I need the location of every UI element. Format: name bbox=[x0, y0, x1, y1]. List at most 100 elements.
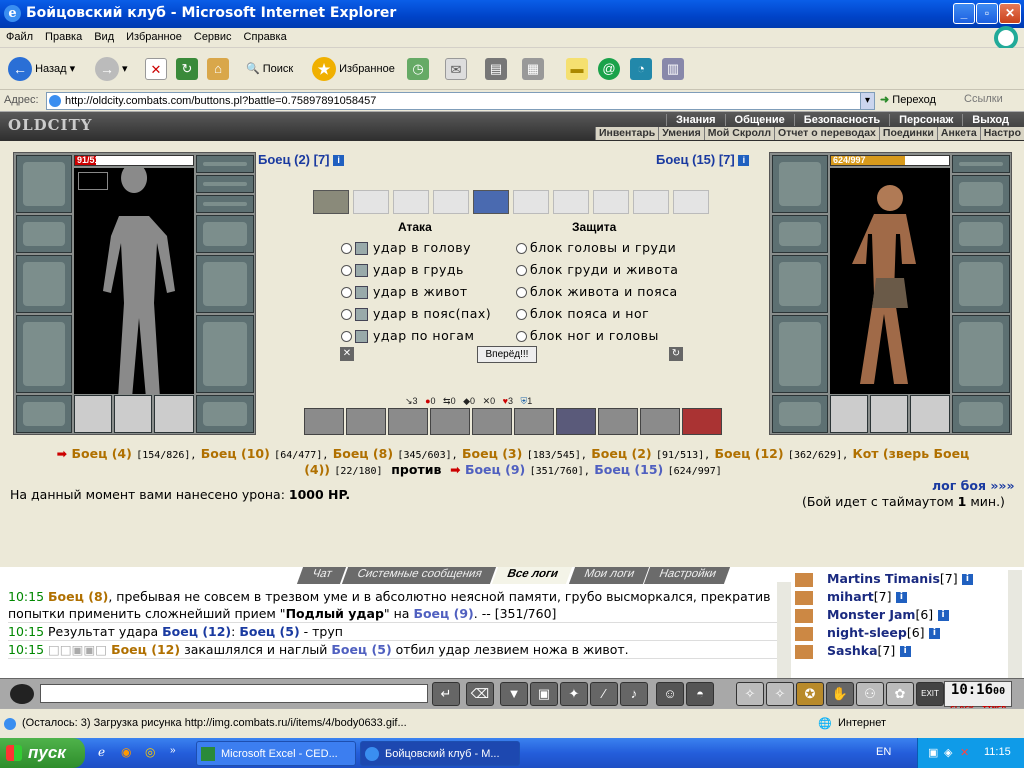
maximize-button[interactable]: ▫ bbox=[976, 3, 998, 24]
attack-radio[interactable] bbox=[341, 331, 352, 342]
player-name[interactable]: Sashka bbox=[827, 643, 878, 658]
log-target[interactable]: Боец (5) bbox=[331, 642, 391, 657]
enemy-armor-slot[interactable] bbox=[772, 315, 828, 393]
scroll-slot-4[interactable] bbox=[433, 190, 469, 214]
scroll-slot-6[interactable] bbox=[513, 190, 549, 214]
pl-icon[interactable]: ⁄ bbox=[590, 682, 618, 706]
nav-profile[interactable]: Анкета bbox=[936, 127, 980, 140]
attack-radio[interactable] bbox=[341, 265, 352, 276]
ally-fighter[interactable]: Боец (8) bbox=[333, 446, 393, 461]
enemy-fighter[interactable]: Боец (9) bbox=[465, 462, 525, 477]
gloves-slot[interactable] bbox=[196, 215, 254, 253]
defense-radio[interactable] bbox=[516, 331, 527, 342]
messenger-icon[interactable]: ◔ bbox=[630, 58, 652, 80]
player-name[interactable]: Monster Jam bbox=[827, 607, 915, 622]
battle-log-link[interactable]: лог боя »»» bbox=[932, 478, 1015, 493]
menu-edit[interactable]: Правка bbox=[39, 28, 88, 46]
rings-slot[interactable] bbox=[196, 195, 254, 213]
tab-all-logs[interactable]: Все логи bbox=[492, 567, 573, 584]
attack-radio[interactable] bbox=[341, 243, 352, 254]
quicklaunch-expand-icon[interactable]: » bbox=[170, 745, 176, 756]
taskbar-ie[interactable]: Бойцовский клуб - М... bbox=[360, 741, 520, 766]
tray-clock[interactable]: 11:15 bbox=[984, 746, 1011, 758]
attack-checkbox[interactable] bbox=[355, 264, 368, 277]
enemy-ring-slot-2[interactable] bbox=[870, 395, 908, 433]
cancel-shield-icon[interactable]: ✕ bbox=[340, 347, 354, 361]
defense-option-4[interactable]: блок пояса и ног bbox=[516, 306, 649, 321]
attack-radio[interactable] bbox=[341, 287, 352, 298]
attack-checkbox[interactable] bbox=[355, 308, 368, 321]
attack-checkbox[interactable] bbox=[355, 286, 368, 299]
enemy-boots-slot[interactable] bbox=[952, 395, 1010, 433]
ring-slot-3[interactable] bbox=[154, 395, 194, 433]
attack-checkbox[interactable] bbox=[355, 242, 368, 255]
bracers-slot[interactable] bbox=[16, 215, 72, 253]
defense-option-1[interactable]: блок головы и груди bbox=[516, 240, 676, 255]
left-fighter-name[interactable]: Боец (2) [7] i bbox=[258, 152, 345, 167]
scroll-slot-5[interactable] bbox=[473, 190, 509, 214]
nav-transfer-report[interactable]: Отчет о переводах bbox=[774, 127, 879, 140]
print-icon[interactable]: ▤ bbox=[485, 58, 507, 80]
player-item[interactable]: Monster Jam[6] i bbox=[795, 606, 1015, 624]
amulet-slot[interactable] bbox=[196, 175, 254, 193]
player-name[interactable]: Martins Timanis bbox=[827, 571, 940, 586]
defense-radio[interactable] bbox=[516, 265, 527, 276]
ability-8[interactable] bbox=[598, 408, 638, 435]
attack-radio[interactable] bbox=[341, 309, 352, 320]
menu-file[interactable]: Файл bbox=[0, 28, 39, 46]
research-icon[interactable]: ▥ bbox=[662, 58, 684, 80]
nav-battles[interactable]: Поединки bbox=[878, 127, 937, 140]
address-dropdown-icon[interactable]: ▾ bbox=[860, 92, 875, 110]
info-icon[interactable]: i bbox=[738, 155, 750, 167]
attack-option-head[interactable]: удар в голову bbox=[341, 240, 471, 255]
info-icon[interactable]: i bbox=[928, 628, 940, 639]
quicklaunch-ie-icon[interactable]: ℯ bbox=[98, 745, 105, 759]
defense-radio[interactable] bbox=[516, 243, 527, 254]
attack-option-legs[interactable]: удар по ногам bbox=[341, 328, 474, 343]
back-button[interactable]: ← Назад ▾ bbox=[8, 56, 75, 82]
exit-icon[interactable]: EXIT bbox=[916, 682, 944, 706]
tool-icon-4[interactable]: ✋ bbox=[826, 682, 854, 706]
nav-knowledge[interactable]: Знания bbox=[666, 114, 724, 126]
defense-radio[interactable] bbox=[516, 287, 527, 298]
nav-settings[interactable]: Настро bbox=[979, 127, 1024, 140]
attack-option-groin[interactable]: удар в пояс(пах) bbox=[341, 306, 491, 321]
history-icon[interactable]: ◷ bbox=[407, 58, 429, 80]
nav-security[interactable]: Безопасность bbox=[793, 114, 889, 126]
boots-slot[interactable] bbox=[196, 395, 254, 433]
info-icon[interactable]: i bbox=[333, 155, 345, 167]
walk-icon[interactable]: ✦ bbox=[560, 682, 588, 706]
private-icon[interactable] bbox=[795, 590, 813, 605]
home-icon[interactable]: ⌂ bbox=[207, 58, 229, 80]
ally-pet-suffix[interactable]: (4)) bbox=[304, 462, 330, 477]
ring-slot-1[interactable] bbox=[74, 395, 112, 433]
enemy-gloves-slot[interactable] bbox=[952, 215, 1010, 253]
start-button[interactable]: пуск bbox=[0, 738, 85, 768]
earrings-slot[interactable] bbox=[196, 155, 254, 173]
forward-attack-button[interactable]: Вперёд!!! bbox=[477, 346, 537, 363]
search-button[interactable]: 🔍 Поиск bbox=[246, 56, 293, 82]
attack-checkbox[interactable] bbox=[355, 330, 368, 343]
filter-icon[interactable]: ▼ bbox=[500, 682, 528, 706]
player-item[interactable]: night-sleep[6] i bbox=[795, 624, 1015, 642]
taskbar-excel[interactable]: Microsoft Excel - CED... bbox=[196, 741, 356, 766]
private-icon[interactable] bbox=[795, 572, 813, 587]
enemy-pants-slot[interactable] bbox=[952, 315, 1010, 393]
nav-character[interactable]: Персонаж bbox=[889, 114, 962, 126]
ally-fighter[interactable]: Боец (4) bbox=[72, 446, 132, 461]
enemy-weapon-slot[interactable] bbox=[772, 255, 828, 313]
ability-heart[interactable] bbox=[346, 408, 386, 435]
links-label[interactable]: Ссылки bbox=[964, 93, 1003, 105]
scroll-slot-1[interactable] bbox=[313, 190, 349, 214]
favorites-button[interactable]: ★ Избранное bbox=[312, 56, 395, 82]
ally-pet[interactable]: Кот (зверь Боец bbox=[853, 446, 970, 461]
chat-mode-icon[interactable] bbox=[10, 684, 34, 704]
nav-my-scroll[interactable]: Мой Скролл bbox=[703, 127, 774, 140]
mail-icon[interactable]: ✉ bbox=[445, 58, 467, 80]
players-scrollbar[interactable] bbox=[1008, 570, 1022, 678]
tab-my-logs[interactable]: Мои логи bbox=[568, 567, 649, 584]
menu-tools[interactable]: Сервис bbox=[188, 28, 238, 46]
private-icon[interactable] bbox=[795, 626, 813, 641]
nav-inventory[interactable]: Инвентарь bbox=[594, 127, 658, 140]
tool-icon-1[interactable]: ✧ bbox=[736, 682, 764, 706]
